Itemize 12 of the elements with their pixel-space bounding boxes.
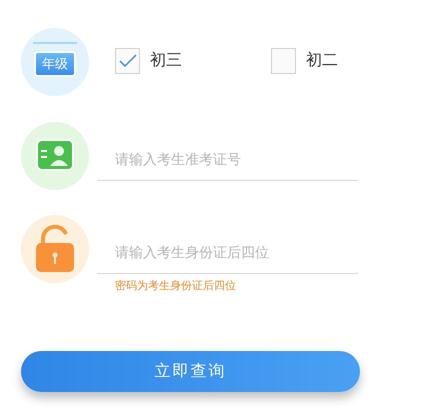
padlock-icon — [21, 215, 89, 283]
password-hint: 密码为考生身份证后四位 — [115, 278, 236, 294]
id-card-icon — [21, 122, 89, 190]
grade-sign-label: 年级 — [34, 51, 76, 77]
grade-option-label: 初二 — [306, 50, 338, 71]
checkbox[interactable] — [271, 48, 296, 74]
checkbox[interactable] — [115, 48, 140, 74]
query-button[interactable]: 立即查询 — [21, 351, 360, 392]
checkmark-icon — [118, 54, 136, 68]
password-field[interactable]: 请输入考生身份证后四位 — [97, 231, 358, 274]
exam-number-field[interactable]: 请输入考生准考证号 — [97, 138, 358, 181]
grade-option-label: 初三 — [150, 50, 182, 71]
